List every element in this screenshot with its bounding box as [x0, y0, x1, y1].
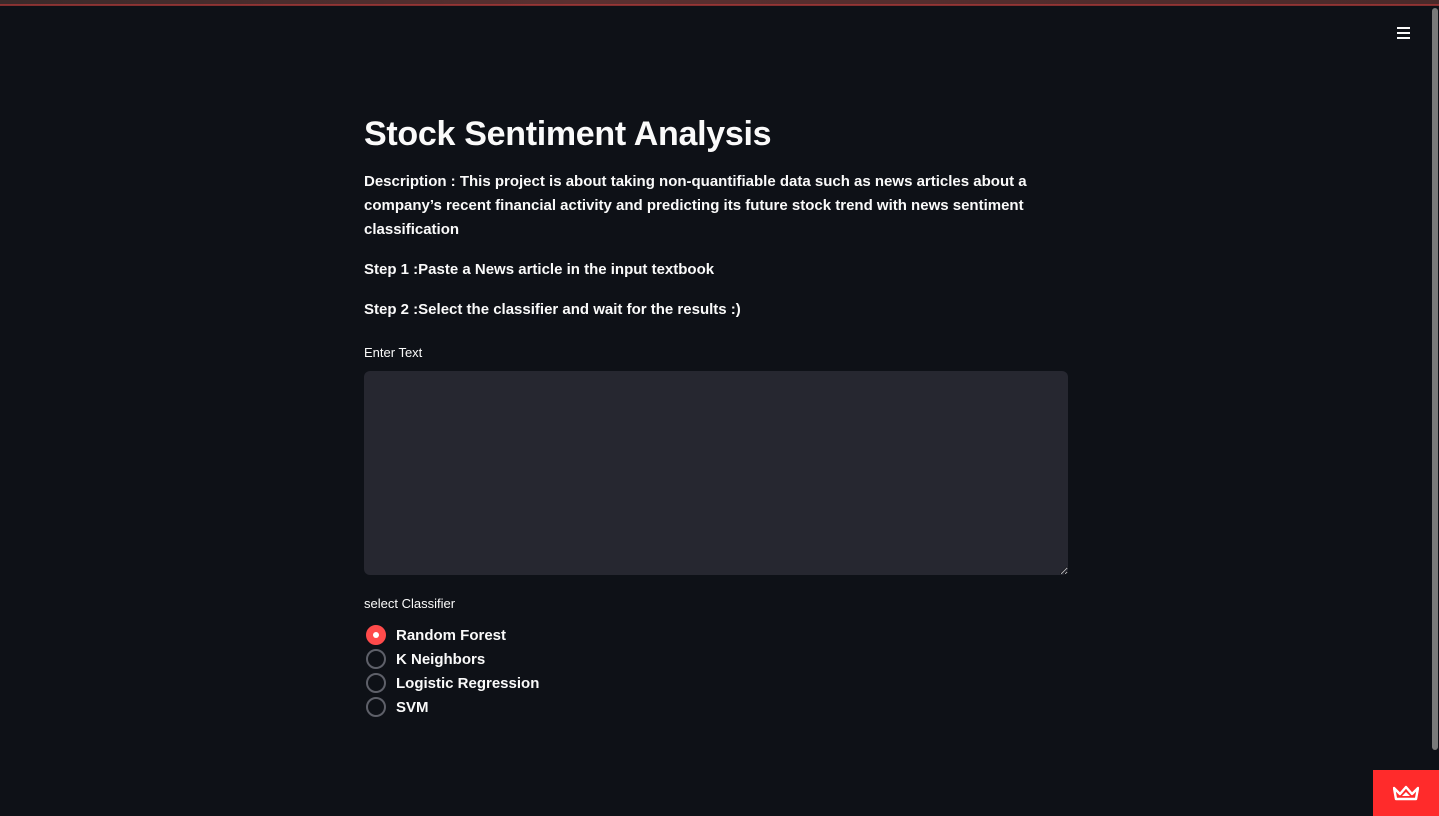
radio-option-svm[interactable]: SVM [364, 695, 1068, 719]
classifier-radio-group: Random Forest K Neighbors Logistic Regre… [364, 623, 1068, 719]
radio-button-unchecked-icon[interactable] [366, 697, 386, 717]
radio-button-checked-icon[interactable] [366, 625, 386, 645]
page-scrollbar[interactable] [1432, 8, 1438, 750]
main-content: Stock Sentiment Analysis Description : T… [364, 108, 1068, 719]
classifier-label: select Classifier [364, 596, 456, 611]
radio-button-unchecked-icon[interactable] [366, 673, 386, 693]
page-title: Stock Sentiment Analysis [364, 115, 772, 153]
step-1-text: Step 1 :Paste a News article in the inpu… [364, 261, 715, 278]
hamburger-menu-icon-line [1396, 37, 1410, 39]
hamburger-menu-button[interactable] [1392, 22, 1414, 44]
radio-option-label: K Neighbors [396, 650, 486, 668]
enter-text-label: Enter Text [364, 345, 423, 360]
radio-option-label: Logistic Regression [396, 674, 540, 692]
description-text: Description : This project is about taki… [364, 173, 1027, 238]
radio-option-k-neighbors[interactable]: K Neighbors [364, 647, 1068, 671]
streamlit-crown-icon [1393, 785, 1419, 801]
hamburger-menu-icon-line [1396, 27, 1410, 29]
radio-option-random-forest[interactable]: Random Forest [364, 623, 1068, 647]
enter-text-textarea[interactable] [364, 371, 1068, 575]
radio-option-label: SVM [396, 698, 429, 716]
radio-option-label: Random Forest [396, 626, 507, 644]
hamburger-menu-icon-line [1396, 32, 1410, 34]
streamlit-badge-button[interactable] [1373, 770, 1439, 816]
step-2-text: Step 2 :Select the classifier and wait f… [364, 301, 741, 318]
top-decoration-line [0, 4, 1439, 6]
radio-option-logistic-regression[interactable]: Logistic Regression [364, 671, 1068, 695]
top-decoration-bar [0, 0, 1439, 6]
radio-button-unchecked-icon[interactable] [366, 649, 386, 669]
